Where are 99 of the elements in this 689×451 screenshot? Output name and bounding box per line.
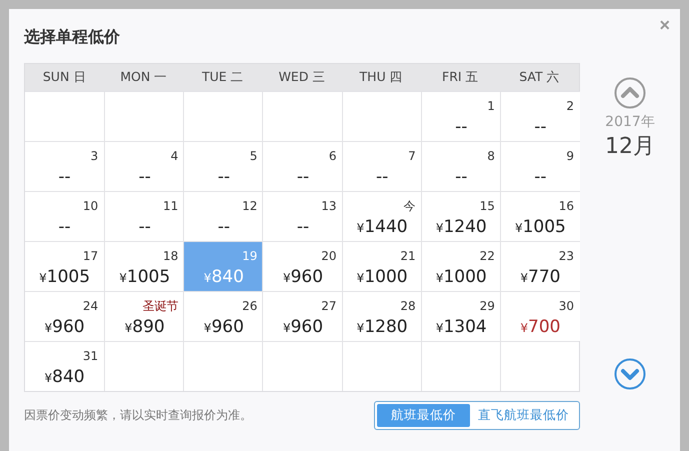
year-label: 2017年 <box>605 113 655 131</box>
calendar-day-cell[interactable]: 2 -- <box>500 91 580 141</box>
price-text: ¥890 <box>124 317 165 338</box>
price-text: ¥960 <box>204 317 244 338</box>
price-text: ¥1240 <box>436 217 487 238</box>
day-label: 19 <box>242 249 258 263</box>
day-label: 6 <box>328 149 337 163</box>
price-text: ¥1005 <box>514 217 566 238</box>
calendar-day-cell[interactable]: 12 -- <box>183 191 264 241</box>
day-label: 2 <box>566 99 574 113</box>
day-label: 18 <box>163 249 178 263</box>
calendar-day-cell[interactable]: 26 ¥960 <box>183 291 264 341</box>
calendar-day-cell[interactable]: 8 -- <box>420 141 501 191</box>
weekday-label: THU 四 <box>358 69 404 86</box>
calendar-day-cell[interactable]: 29 ¥1304 <box>420 291 501 341</box>
price-text: ¥1000 <box>436 267 487 288</box>
price-text: ¥960 <box>282 267 324 288</box>
calendar-day-cell[interactable]: 7 -- <box>342 141 422 191</box>
price-text: -- <box>218 167 230 187</box>
day-label: 10 <box>82 199 98 213</box>
day-label: 11 <box>163 199 178 213</box>
day-label: 3 <box>90 149 98 163</box>
price-disclaimer: 因票价变动频繁，请以实时查询报价为准。 <box>24 407 252 424</box>
day-label: 8 <box>487 149 495 163</box>
weekday-label: SAT 六 <box>518 69 561 86</box>
price-text: -- <box>218 217 230 237</box>
price-text: -- <box>58 167 71 187</box>
price-text: -- <box>296 217 310 237</box>
calendar-day-cell[interactable]: 27 ¥960 <box>262 291 343 341</box>
day-label: 12 <box>242 199 258 213</box>
calendar-day-cell[interactable]: 11 -- <box>104 191 184 241</box>
price-text: -- <box>58 217 71 237</box>
calendar-day-cell[interactable]: 13 -- <box>262 191 343 241</box>
day-label: 28 <box>400 299 416 313</box>
price-text: -- <box>138 217 151 237</box>
day-label: 15 <box>480 199 495 213</box>
calendar-day-cell[interactable]: 15 ¥1240 <box>420 191 501 241</box>
day-label: 26 <box>242 299 258 313</box>
price-text: ¥1280 <box>356 317 408 338</box>
price-text: -- <box>138 167 151 187</box>
calendar-day-cell[interactable]: 22 ¥1000 <box>420 241 501 291</box>
day-label: 29 <box>480 299 495 313</box>
price-text: ¥700 <box>520 317 560 338</box>
day-label: 31 <box>82 349 98 363</box>
calendar-day-cell[interactable]: 6 -- <box>262 141 343 191</box>
weekday-label: WED 三 <box>278 69 326 86</box>
calendar-day-cell[interactable]: 1 -- <box>420 91 501 141</box>
day-label: 圣诞节 <box>142 299 178 313</box>
price-text: ¥1000 <box>356 267 408 288</box>
calendar-day-cell[interactable]: 5 -- <box>183 141 264 191</box>
day-label: 16 <box>558 199 574 213</box>
calendar-day-cell[interactable]: 30 ¥700 <box>500 291 580 341</box>
down-chevron-button-icon[interactable] <box>614 358 646 390</box>
calendar-day-cell[interactable]: 21 ¥1000 <box>342 241 422 291</box>
day-label: 9 <box>566 149 574 163</box>
price-text: -- <box>534 117 547 137</box>
calendar-day-cell[interactable]: 今 ¥1440 <box>342 191 422 241</box>
day-label: 1 <box>487 99 495 113</box>
day-label: 30 <box>558 299 574 313</box>
calendar-day-cell[interactable]: 20 ¥960 <box>262 241 343 291</box>
day-label: 5 <box>250 149 258 163</box>
price-text: -- <box>296 167 310 187</box>
day-label: 4 <box>170 149 178 163</box>
calendar-day-cell[interactable]: 18 ¥1005 <box>104 241 184 291</box>
calendar-day-cell[interactable]: 23 ¥770 <box>500 241 580 291</box>
price-text: -- <box>534 167 547 187</box>
weekday-label: FRI 五 <box>441 69 480 86</box>
price-text: -- <box>455 117 468 137</box>
price-text: -- <box>455 167 468 187</box>
price-text: ¥840 <box>44 367 85 388</box>
weekday-label: MON 一 <box>119 69 168 86</box>
calendar-day-cell[interactable]: 9 -- <box>500 141 580 191</box>
price-text: ¥840 <box>204 267 244 288</box>
day-label: 23 <box>558 249 574 263</box>
day-label: 21 <box>400 249 416 263</box>
weekday-label: SUN 日 <box>42 69 88 86</box>
calendar-day-cell[interactable]: 4 -- <box>104 141 184 191</box>
day-label: 13 <box>321 199 337 213</box>
day-label: 17 <box>82 249 98 263</box>
day-label: 27 <box>321 299 337 313</box>
calendar-day-cell[interactable]: 28 ¥1280 <box>342 291 422 341</box>
day-label: 7 <box>408 149 416 163</box>
day-label: 24 <box>82 299 98 313</box>
price-text: ¥1440 <box>356 217 408 238</box>
price-text: ¥960 <box>44 317 85 338</box>
price-text: ¥960 <box>282 317 324 338</box>
weekday-label: TUE 二 <box>201 69 245 86</box>
price-text: ¥770 <box>520 267 560 288</box>
price-text: ¥1005 <box>119 267 170 288</box>
day-label: 20 <box>321 249 337 263</box>
calendar-day-cell[interactable]: 圣诞节 ¥890 <box>104 291 184 341</box>
day-label: 22 <box>480 249 495 263</box>
price-text: ¥1005 <box>39 267 90 288</box>
price-text: -- <box>376 167 388 187</box>
price-text: ¥1304 <box>436 317 487 338</box>
month-label: 12月 <box>605 133 655 161</box>
day-label: 今 <box>404 199 416 213</box>
dialog-title: 选择单程低价 <box>24 27 120 48</box>
calendar-day-cell[interactable]: 16 ¥1005 <box>500 191 580 241</box>
